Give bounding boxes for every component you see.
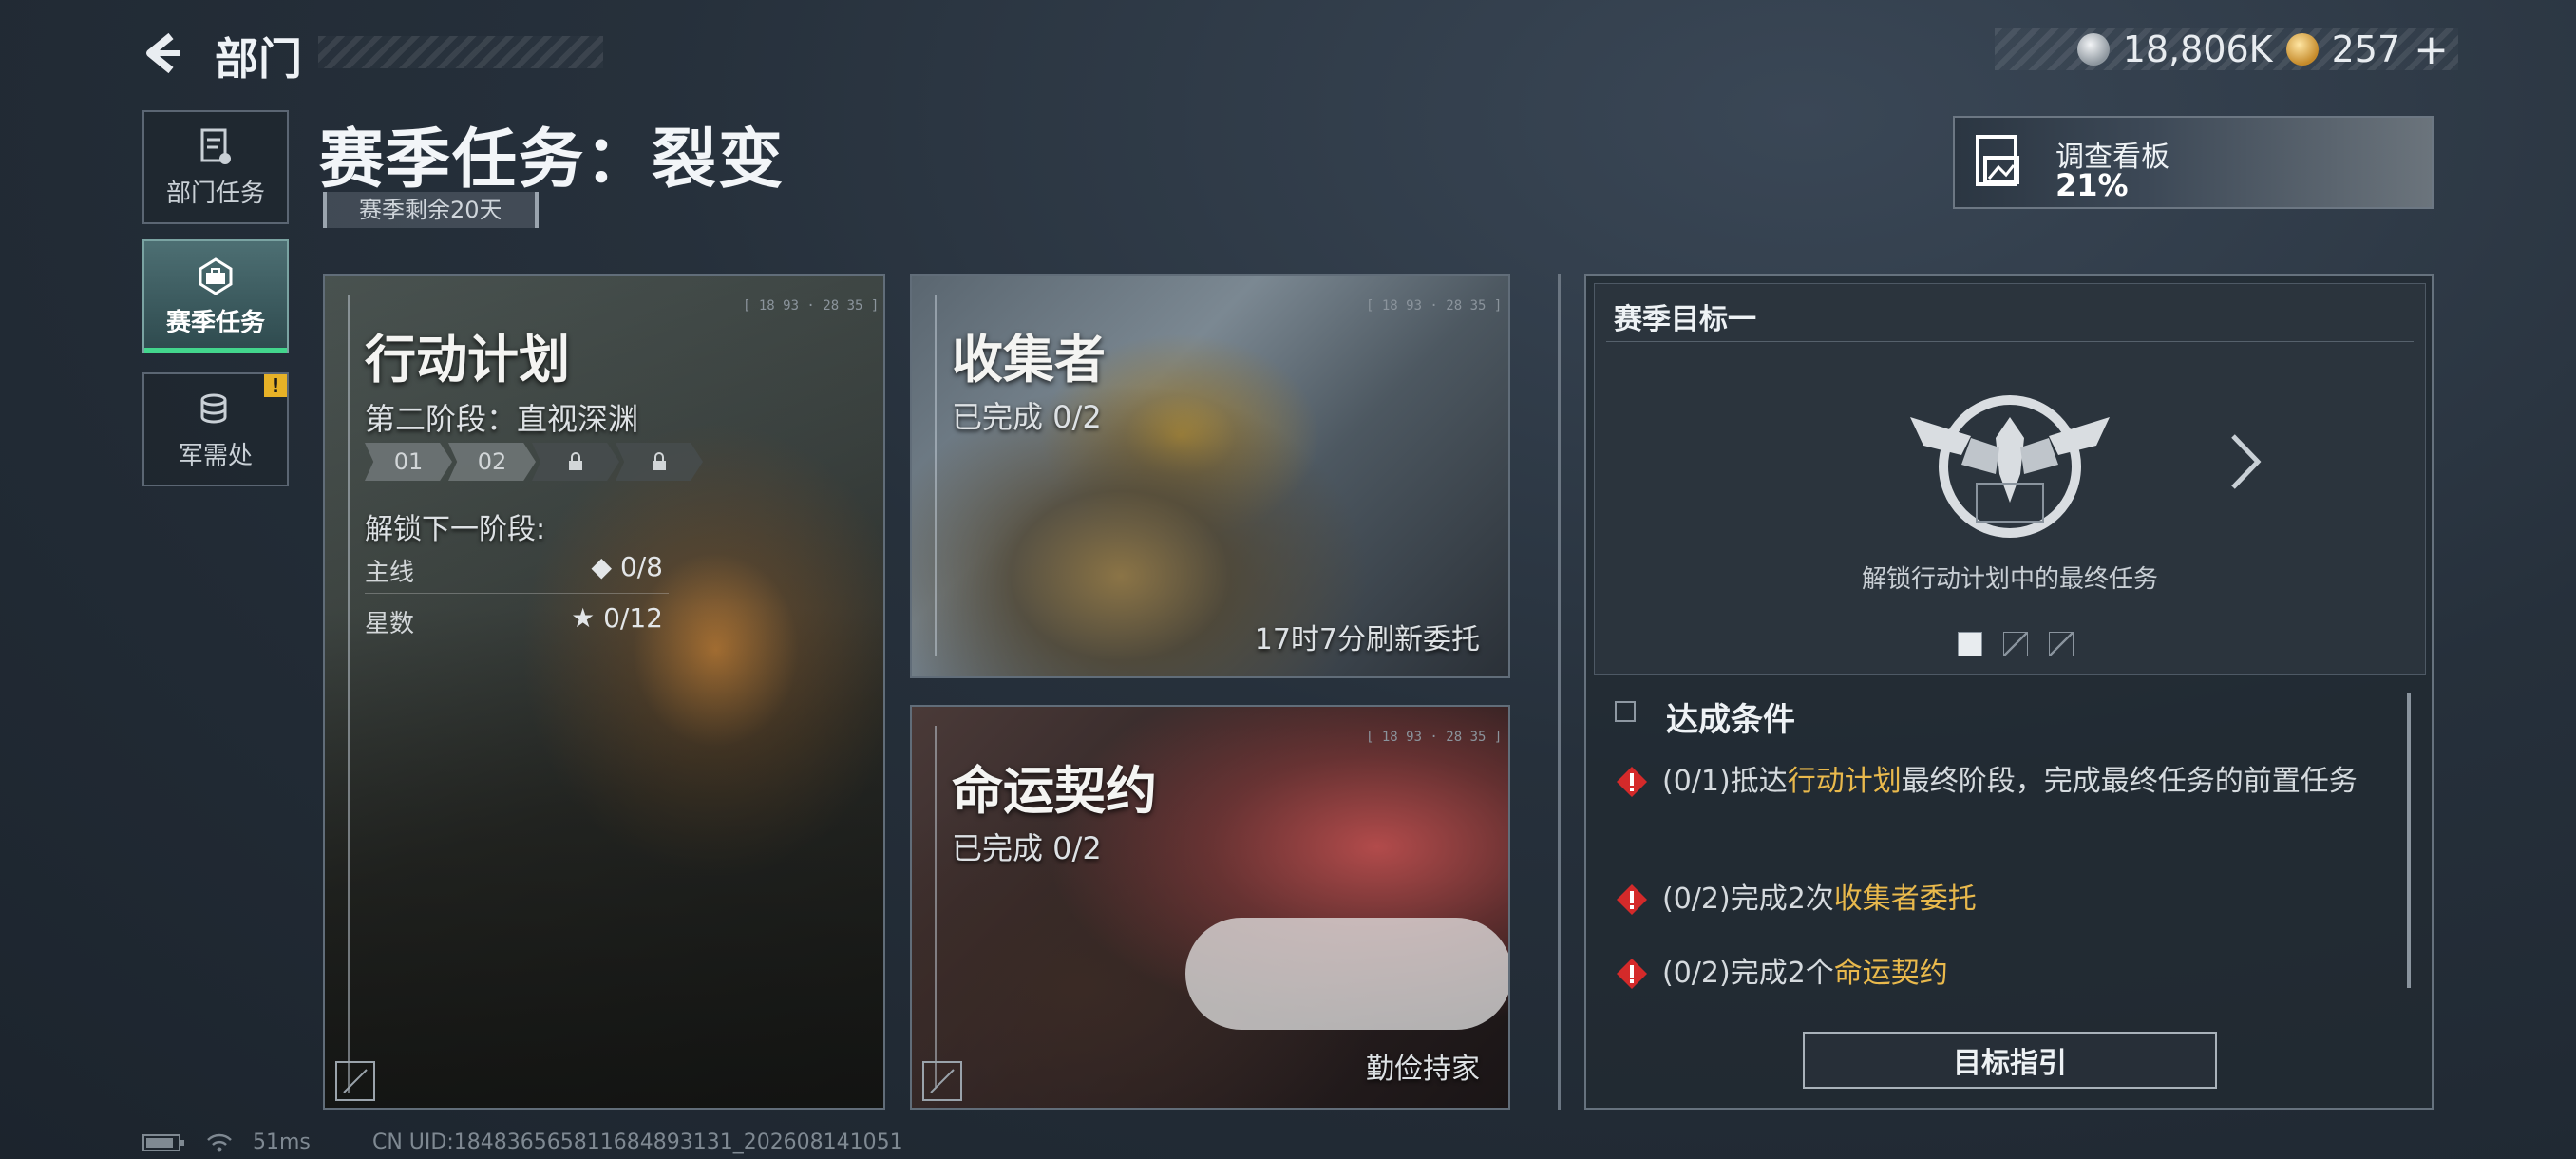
wifi-icon	[207, 1133, 232, 1151]
season-remaining-badge: 赛季剩余20天	[323, 192, 539, 228]
sidebar-item-label: 军需处	[178, 441, 253, 470]
season-goal-panel: 赛季目标一 解锁行动计划中的最终任务 达成条件 (0/1)抵达行动计划最终阶段，…	[1584, 274, 2434, 1110]
sidebar-item-quartermaster[interactable]: 军需处 !	[142, 372, 289, 486]
overlay-pill	[1185, 918, 1508, 1030]
card-code: [ 18 93 · 28 35 ]	[1366, 298, 1503, 314]
briefcase-icon	[199, 256, 233, 295]
silver-amount: 18,806K	[2122, 28, 2273, 70]
main-line-progress: ◆ 0/8	[591, 551, 664, 582]
gold-amount: 257	[2331, 28, 2401, 70]
conditions-title: 达成条件	[1666, 701, 1795, 739]
collector-progress: 已完成 0/2	[952, 399, 1102, 435]
expand-icon	[922, 1061, 962, 1101]
back-arrow-icon	[146, 32, 180, 74]
destiny-label: 勤俭持家	[1366, 1053, 1480, 1086]
page-indicator	[1958, 632, 2074, 656]
silver-coin-icon	[2076, 33, 2110, 66]
ping-value: 51ms	[253, 1130, 311, 1154]
collector-refresh-timer: 17时7分刷新委托	[1254, 623, 1480, 656]
currency-bar: 18,806K 257 +	[1995, 26, 2458, 74]
page-dot-active[interactable]	[1958, 632, 1982, 656]
battery-icon	[142, 1133, 184, 1151]
divider	[1558, 274, 1561, 1110]
stage-track: 01 02	[365, 443, 703, 481]
condition-item: (0/2)完成2次收集者委托	[1615, 878, 2375, 922]
goal-title: 赛季目标一	[1614, 303, 1756, 336]
conditions-marker-icon	[1615, 701, 1636, 722]
action-plan-stage: 第二阶段：直视深渊	[365, 401, 639, 437]
destiny-title: 命运契约	[952, 761, 1157, 821]
star-progress: ★ 0/12	[571, 602, 663, 634]
stage-locked-icon	[616, 443, 703, 481]
sidebar-item-label: 部门任务	[165, 179, 265, 208]
coins-icon	[200, 393, 227, 423]
goal-guide-button[interactable]: 目标指引	[1803, 1032, 2217, 1089]
action-plan-title: 行动计划	[365, 330, 570, 390]
page-title: 部门	[215, 33, 302, 85]
user-uid: CN UID:18483656581168489313​1_2026081410…	[372, 1130, 903, 1154]
page-dot-locked[interactable]	[2049, 632, 2074, 656]
warning-icon	[1617, 884, 1647, 915]
board-percent: 21%	[2055, 167, 2129, 203]
condition-item: (0/2)完成2个命运契约	[1615, 952, 2375, 996]
warning-icon	[1617, 959, 1647, 989]
goal-showcase: 赛季目标一 解锁行动计划中的最终任务	[1594, 283, 2426, 674]
status-footer: 51ms	[142, 1130, 311, 1154]
expand-icon	[335, 1061, 375, 1101]
main-line-label: 主线	[365, 559, 415, 587]
action-plan-card[interactable]: [ 18 93 · 28 35 ] 行动计划 第二阶段：直视深渊 01 02 解…	[323, 274, 885, 1110]
unlock-next-label: 解锁下一阶段:	[365, 513, 546, 546]
active-indicator	[144, 348, 287, 353]
investigation-board-button[interactable]: 调查看板 21%	[1953, 116, 2434, 209]
collector-card[interactable]: [ 18 93 · 28 35 ] 收集者 已完成 0/2 17时7分刷新委托	[910, 274, 1510, 678]
eagle-emblem-icon	[1910, 395, 2110, 538]
sidebar-item-department-tasks[interactable]: 部门任务	[142, 110, 289, 224]
back-button[interactable]	[142, 27, 188, 80]
sidebar-item-season-tasks[interactable]: 赛季任务	[142, 239, 289, 353]
star-label: 星数	[365, 610, 415, 638]
condition-item: (0/1)抵达行动计划最终阶段，完成最终任务的前置任务	[1615, 760, 2375, 804]
page-dot-locked[interactable]	[2003, 632, 2028, 656]
collector-title: 收集者	[952, 330, 1106, 390]
gold-coin-icon	[2285, 33, 2319, 66]
sidebar-item-label: 赛季任务	[165, 308, 265, 337]
stage-locked-icon	[532, 443, 619, 481]
title-hatch-decor	[318, 36, 603, 68]
destiny-contract-card[interactable]: [ 18 93 · 28 35 ] 命运契约 已完成 0/2 勤俭持家	[910, 705, 1510, 1110]
goal-description: 解锁行动计划中的最终任务	[1861, 565, 2158, 594]
card-code: [ 18 93 · 28 35 ]	[743, 298, 880, 314]
alert-badge: !	[264, 374, 287, 397]
document-icon	[200, 128, 231, 164]
stage-01: 01	[365, 443, 452, 481]
scrollbar[interactable]	[2407, 694, 2411, 988]
chevron-right-icon[interactable]	[2222, 428, 2269, 495]
add-currency-button[interactable]: +	[2414, 26, 2449, 74]
stage-02: 02	[448, 443, 536, 481]
board-icon	[1976, 135, 2019, 186]
destiny-progress: 已完成 0/2	[952, 830, 1102, 866]
warning-icon	[1617, 767, 1647, 797]
season-title: 赛季任务：裂变	[319, 123, 786, 198]
card-code: [ 18 93 · 28 35 ]	[1366, 730, 1503, 745]
